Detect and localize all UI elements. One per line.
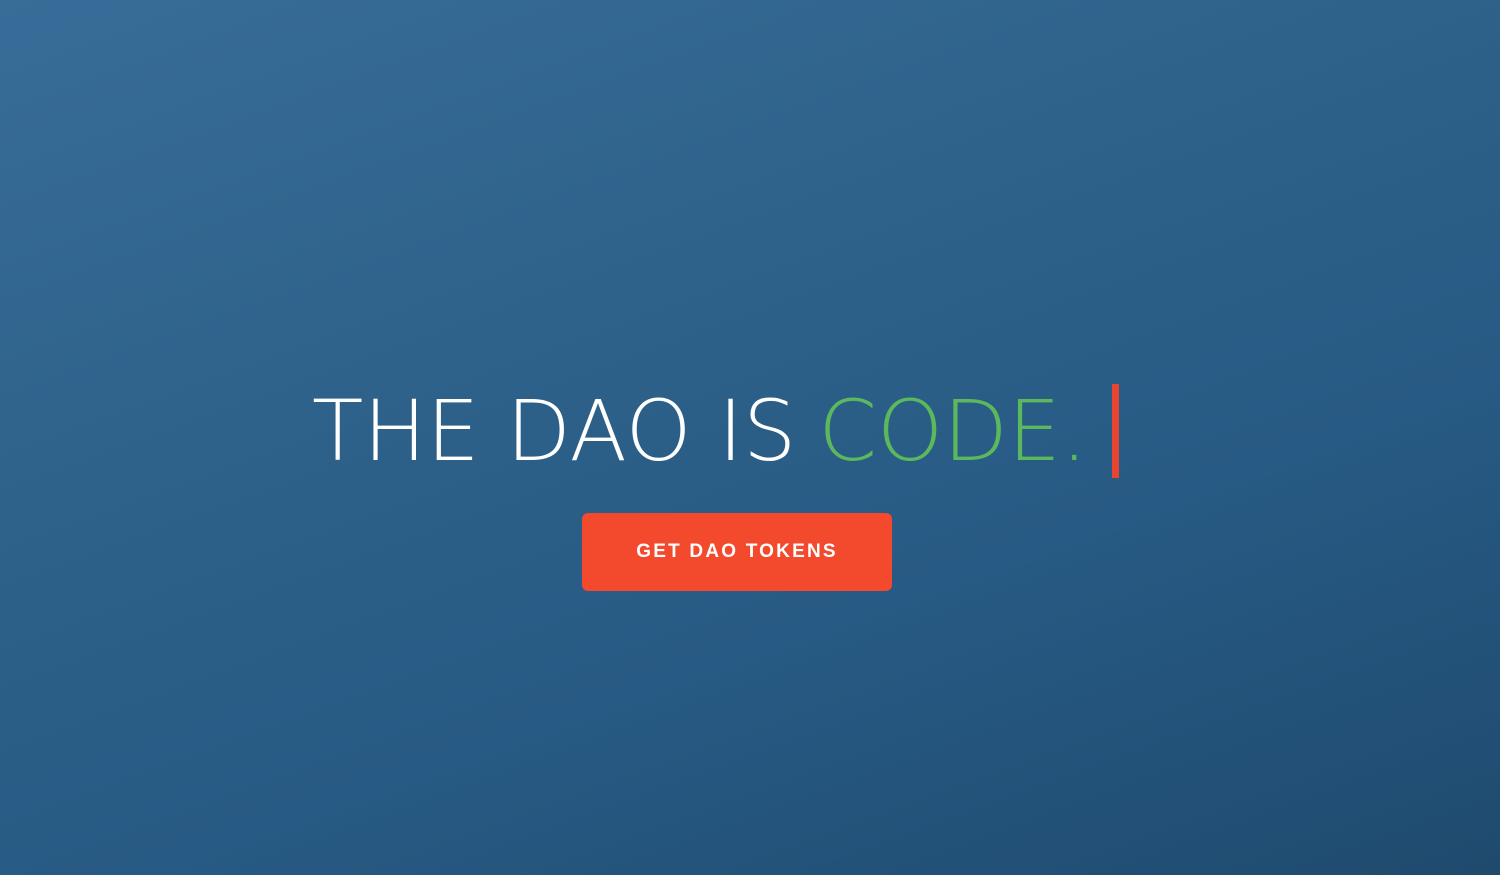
typing-cursor xyxy=(1111,384,1119,479)
headline-lead-text: THE DAO IS xyxy=(312,382,797,481)
headline-accent-text: CODE. xyxy=(818,382,1088,481)
hero-section: THE DAO IS CODE. GET DAO TOKENS xyxy=(0,0,1500,875)
get-dao-tokens-button[interactable]: GET DAO TOKENS xyxy=(582,513,892,591)
hero-headline: THE DAO IS CODE. xyxy=(312,376,1119,486)
